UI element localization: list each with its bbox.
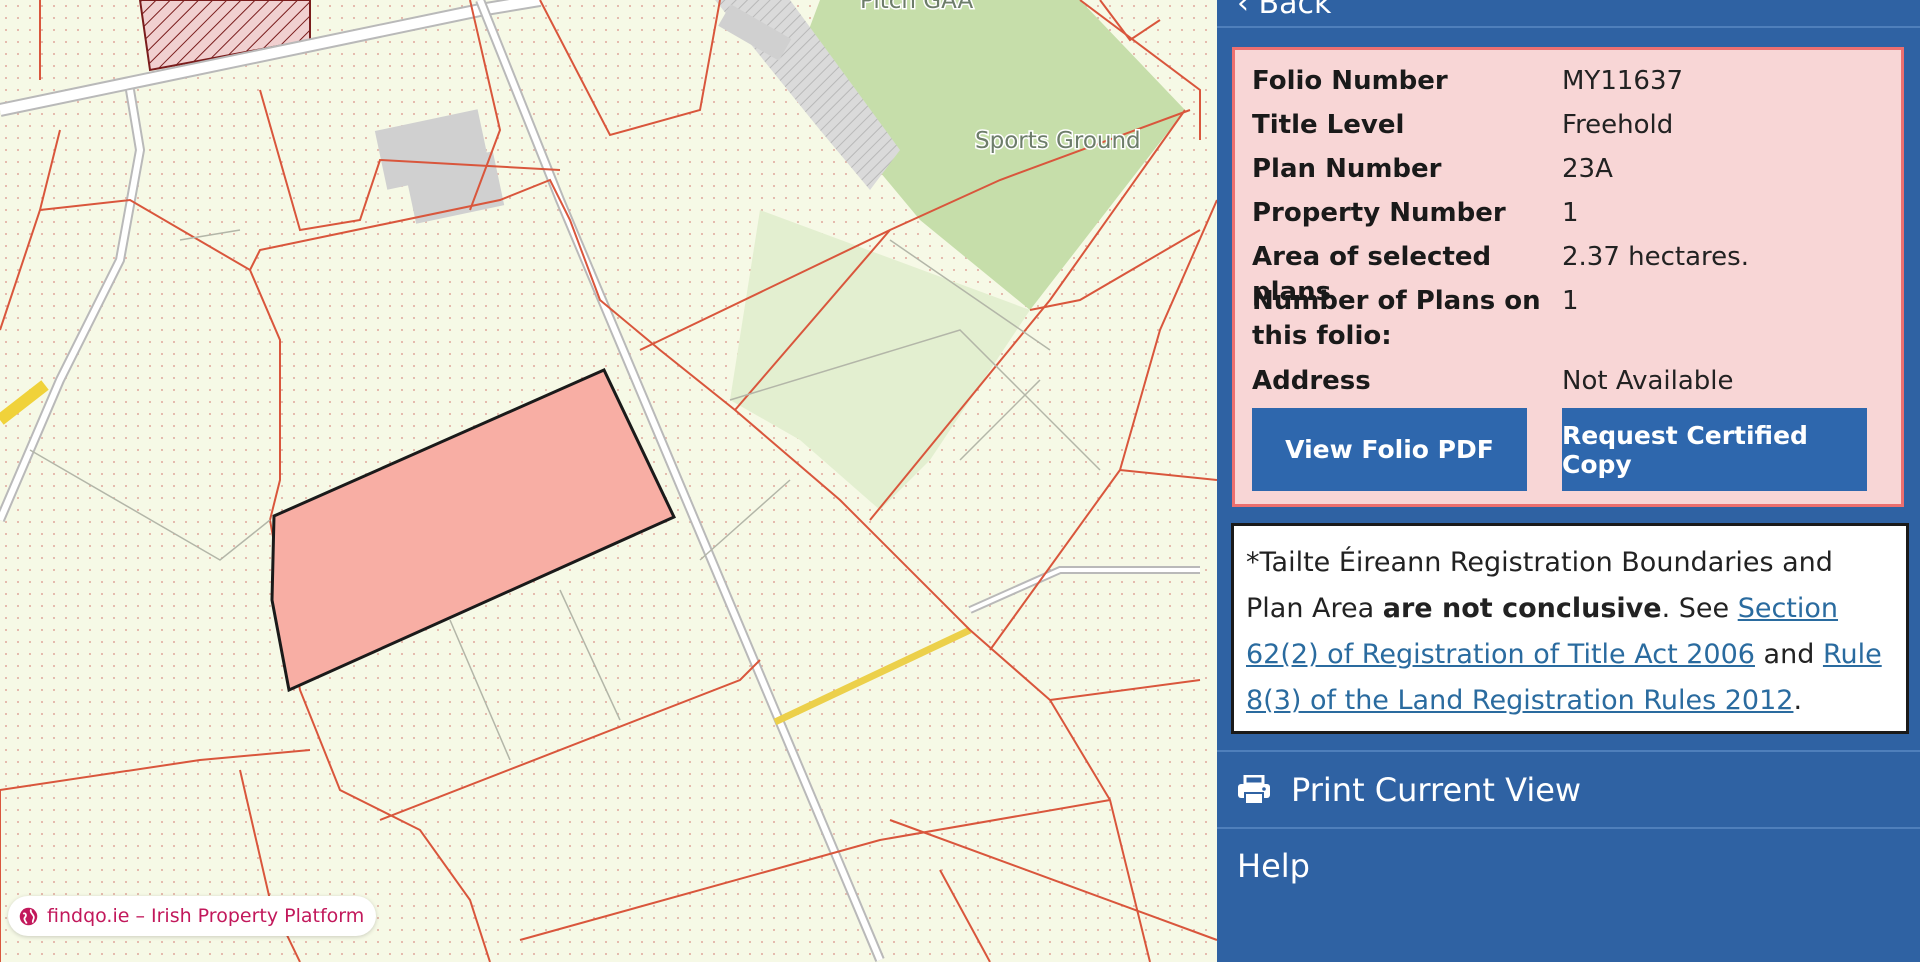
- folio-number-value: MY11637: [1562, 66, 1684, 96]
- help-button[interactable]: Help: [1217, 827, 1920, 903]
- disclaimer-text: .: [1793, 685, 1803, 716]
- title-level-label: Title Level: [1252, 110, 1405, 140]
- print-current-view-button[interactable]: Print Current View: [1217, 750, 1920, 828]
- request-certified-copy-button[interactable]: Request Certified Copy: [1562, 408, 1867, 491]
- title-level-value: Freehold: [1562, 110, 1674, 140]
- sports-ground-label: Sports Ground: [975, 128, 1141, 154]
- property-number-value: 1: [1562, 198, 1579, 228]
- plans-count-label: Number of Plans on this folio:: [1252, 286, 1541, 351]
- print-label: Print Current View: [1291, 771, 1582, 809]
- disclaimer-emphasis: are not conclusive: [1382, 593, 1662, 624]
- disclaimer-text: . See: [1661, 593, 1738, 624]
- property-number-label: Property Number: [1252, 198, 1506, 228]
- disclaimer-box: *Tailte Éireann Registration Boundaries …: [1231, 523, 1909, 734]
- folio-number-label: Folio Number: [1252, 66, 1448, 96]
- pitch-label: Pitch GAA: [860, 0, 974, 14]
- map-view[interactable]: Pitch GAA Sports Ground findqo.ie – Iris…: [0, 0, 1217, 962]
- map-canvas[interactable]: Pitch GAA Sports Ground: [0, 0, 1217, 962]
- side-panel: ‹ Back Folio Number MY11637 Title Level …: [1217, 0, 1920, 962]
- plan-number-value: 23A: [1562, 154, 1613, 184]
- address-value: Not Available: [1562, 366, 1734, 396]
- plan-number-label: Plan Number: [1252, 154, 1442, 184]
- address-label: Address: [1252, 366, 1371, 396]
- help-label: Help: [1237, 847, 1310, 885]
- back-button[interactable]: ‹ Back: [1237, 0, 1331, 21]
- brand-label: findqo.ie – Irish Property Platform: [47, 905, 365, 927]
- plans-count-value: 1: [1562, 286, 1579, 316]
- view-folio-pdf-button[interactable]: View Folio PDF: [1252, 408, 1527, 491]
- globe-icon: [19, 907, 38, 925]
- panel-header: ‹ Back: [1217, 0, 1920, 28]
- disclaimer-text: and: [1754, 639, 1823, 670]
- folio-info-card: Folio Number MY11637 Title Level Freehol…: [1232, 47, 1904, 507]
- print-icon: [1238, 775, 1270, 805]
- brand-badge[interactable]: findqo.ie – Irish Property Platform: [8, 896, 377, 936]
- area-value: 2.37 hectares.: [1562, 242, 1749, 272]
